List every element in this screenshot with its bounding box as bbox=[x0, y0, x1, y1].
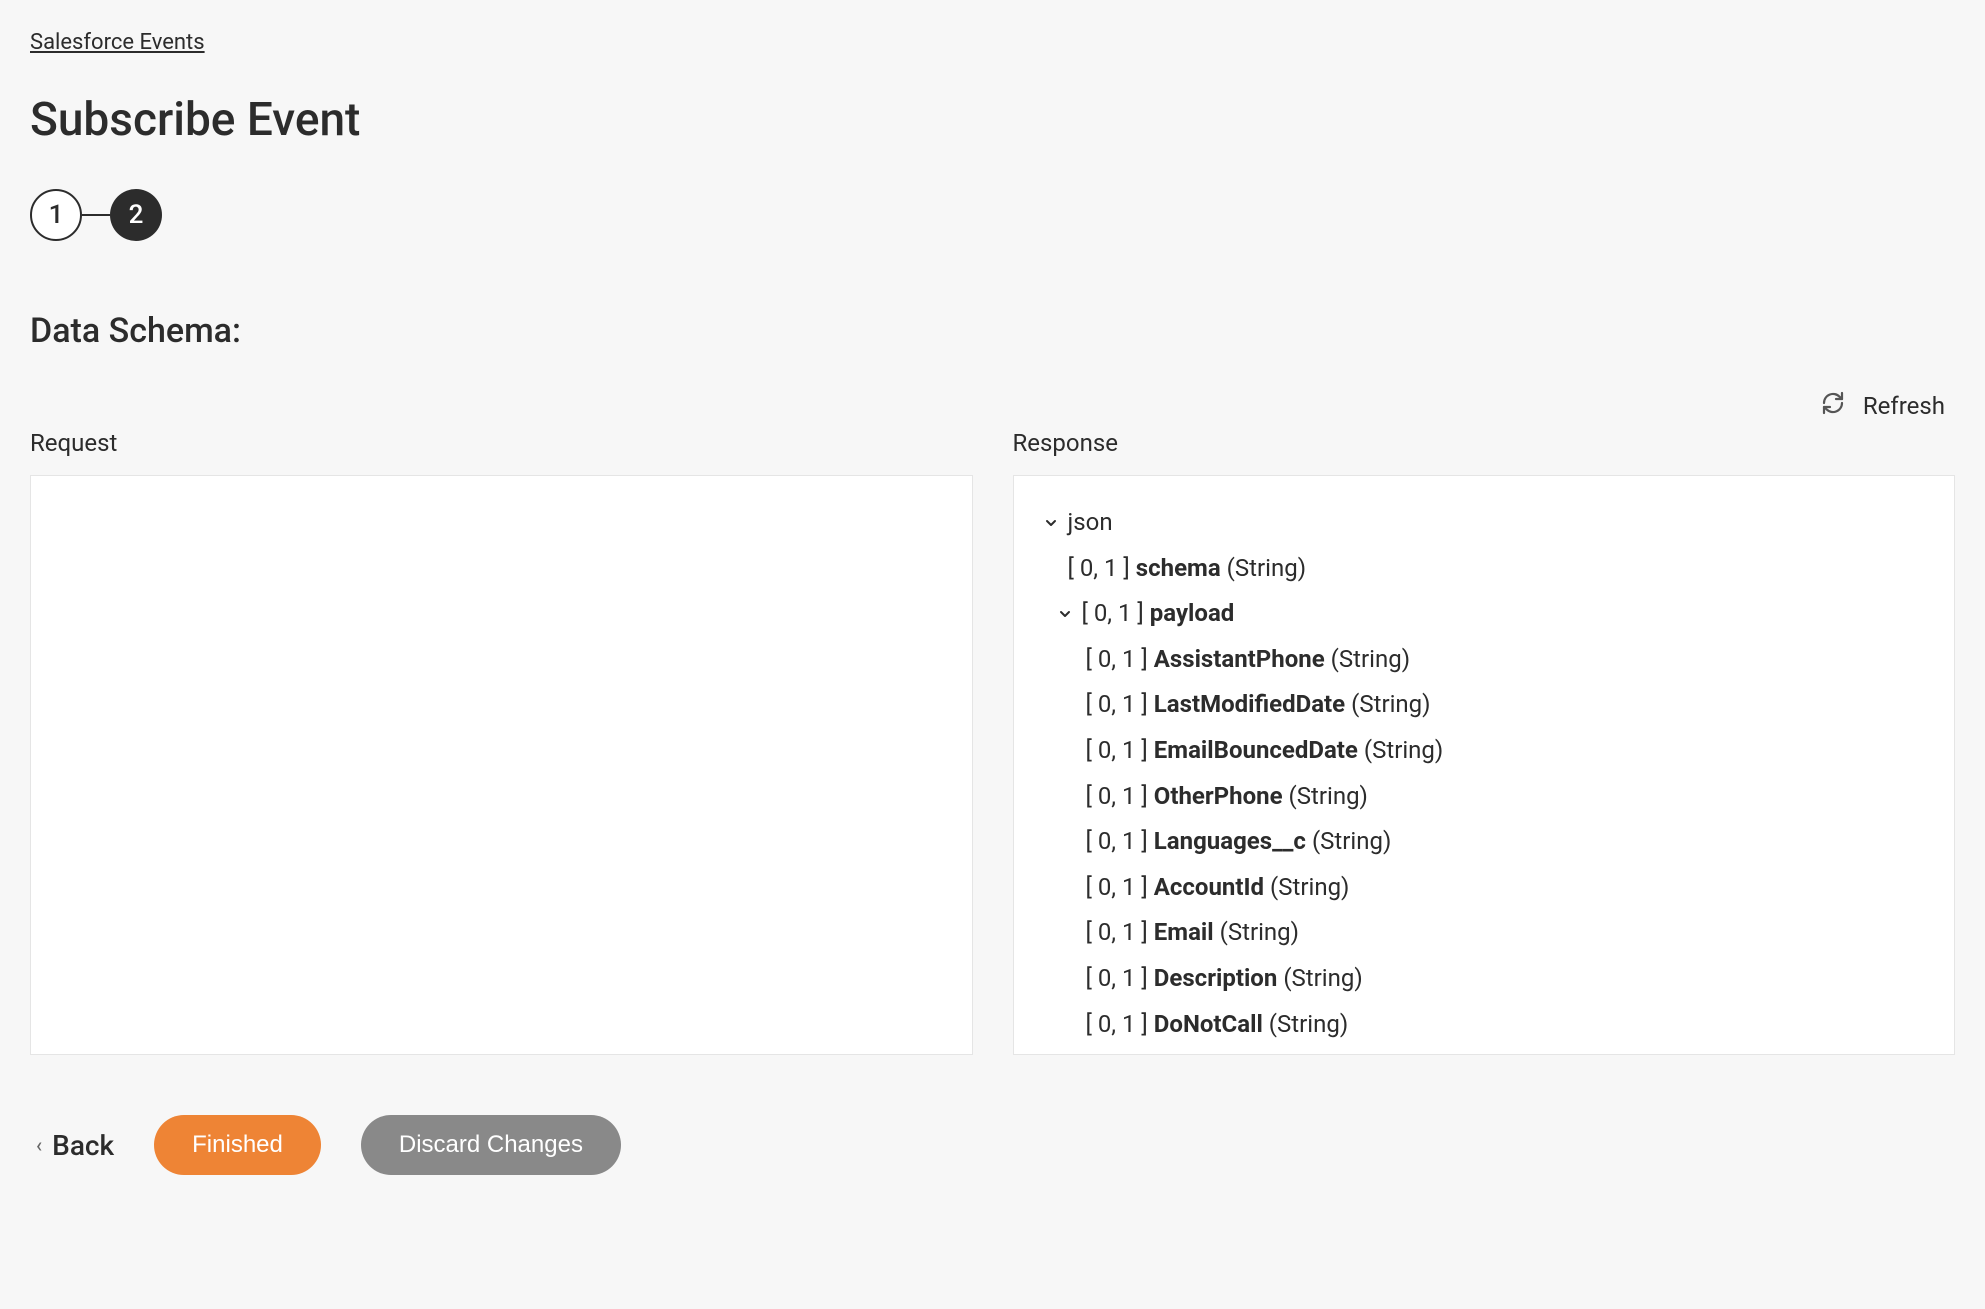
response-header: Response bbox=[1013, 429, 1956, 457]
cardinality-label: [ 0, 1 ] bbox=[1086, 688, 1148, 722]
page-title: Subscribe Event bbox=[30, 93, 1955, 147]
field-name: DoNotCall bbox=[1154, 1008, 1263, 1042]
cardinality-label: [ 0, 1 ] bbox=[1086, 871, 1148, 905]
tree-node-payload[interactable]: [ 0, 1 ] payload bbox=[1034, 591, 1935, 637]
response-panel[interactable]: json [ 0, 1 ] schema (String) [ 0, 1 ] p… bbox=[1013, 475, 1956, 1055]
cardinality-label: [ 0, 1 ] bbox=[1086, 643, 1148, 677]
tree-node-field[interactable]: [ 0, 1 ]DoNotCall(String) bbox=[1034, 1002, 1935, 1048]
refresh-label: Refresh bbox=[1863, 392, 1945, 420]
wizard-steps: 1 2 bbox=[30, 189, 1955, 241]
request-header: Request bbox=[30, 429, 973, 457]
chevron-down-icon[interactable] bbox=[1040, 515, 1062, 531]
field-type: (String) bbox=[1289, 780, 1368, 814]
cardinality-label: [ 0, 1 ] bbox=[1086, 1008, 1148, 1042]
footer-buttons: ‹ Back Finished Discard Changes bbox=[30, 1115, 1955, 1175]
field-name: AssistantPhone bbox=[1154, 643, 1325, 677]
tree-node-field[interactable]: [ 0, 1 ]OtherPhone(String) bbox=[1034, 774, 1935, 820]
field-name: Description bbox=[1154, 962, 1278, 996]
step-connector bbox=[82, 214, 110, 216]
tree-node-field[interactable]: [ 0, 1 ]Description(String) bbox=[1034, 956, 1935, 1002]
step-2[interactable]: 2 bbox=[110, 189, 162, 241]
field-name: Languages__c bbox=[1154, 825, 1306, 859]
tree-node-field[interactable]: [ 0, 1 ]AccountId(String) bbox=[1034, 865, 1935, 911]
cardinality-label: [ 0, 1 ] bbox=[1086, 962, 1148, 996]
field-name: schema bbox=[1136, 552, 1221, 586]
field-type: (String) bbox=[1364, 734, 1443, 768]
chevron-left-icon: ‹ bbox=[36, 1133, 42, 1157]
tree-node-json[interactable]: json bbox=[1034, 500, 1935, 546]
field-type: (String) bbox=[1227, 552, 1306, 586]
cardinality-label: [ 0, 1 ] bbox=[1086, 916, 1148, 950]
cardinality-label: [ 0, 1 ] bbox=[1086, 825, 1148, 859]
field-type: (String) bbox=[1283, 962, 1362, 996]
cardinality-label: [ 0, 1 ] bbox=[1068, 552, 1130, 586]
finished-button[interactable]: Finished bbox=[154, 1115, 321, 1175]
refresh-icon bbox=[1821, 391, 1845, 421]
field-name: OtherPhone bbox=[1154, 780, 1283, 814]
step-1[interactable]: 1 bbox=[30, 189, 82, 241]
request-panel[interactable] bbox=[30, 475, 973, 1055]
tree-node-field[interactable]: [ 0, 1 ]Email(String) bbox=[1034, 910, 1935, 956]
chevron-down-icon[interactable] bbox=[1054, 606, 1076, 622]
field-type: (String) bbox=[1220, 916, 1299, 950]
cardinality-label: [ 0, 1 ] bbox=[1086, 734, 1148, 768]
field-name: Email bbox=[1154, 916, 1214, 950]
request-column: Request bbox=[30, 429, 973, 1055]
tree-node-label: json bbox=[1068, 506, 1113, 540]
tree-node-field[interactable]: [ 0, 1 ]AssistantPhone(String) bbox=[1034, 637, 1935, 683]
discard-changes-button[interactable]: Discard Changes bbox=[361, 1115, 621, 1175]
back-button[interactable]: ‹ Back bbox=[36, 1129, 114, 1162]
field-type: (String) bbox=[1331, 643, 1410, 677]
field-name: AccountId bbox=[1154, 871, 1264, 905]
field-name: LastModifiedDate bbox=[1154, 688, 1345, 722]
response-column: Response json [ 0, 1 ] schema (String) [… bbox=[1013, 429, 1956, 1055]
field-name: payload bbox=[1150, 597, 1235, 631]
cardinality-label: [ 0, 1 ] bbox=[1086, 780, 1148, 814]
field-type: (String) bbox=[1269, 1008, 1348, 1042]
cardinality-label: [ 0, 1 ] bbox=[1082, 597, 1144, 631]
tree-node-schema[interactable]: [ 0, 1 ] schema (String) bbox=[1034, 546, 1935, 592]
tree-node-field[interactable]: [ 0, 1 ]EmailBouncedDate(String) bbox=[1034, 728, 1935, 774]
field-name: EmailBouncedDate bbox=[1154, 734, 1358, 768]
field-type: (String) bbox=[1312, 825, 1391, 859]
section-title: Data Schema: bbox=[30, 311, 1955, 351]
tree-node-field[interactable]: [ 0, 1 ]LastModifiedDate(String) bbox=[1034, 682, 1935, 728]
refresh-button[interactable]: Refresh bbox=[1821, 391, 1945, 421]
back-label: Back bbox=[52, 1129, 114, 1162]
field-type: (String) bbox=[1351, 688, 1430, 722]
field-type: (String) bbox=[1270, 871, 1349, 905]
tree-node-field[interactable]: [ 0, 1 ]Languages__c(String) bbox=[1034, 819, 1935, 865]
breadcrumb-link[interactable]: Salesforce Events bbox=[30, 30, 205, 55]
